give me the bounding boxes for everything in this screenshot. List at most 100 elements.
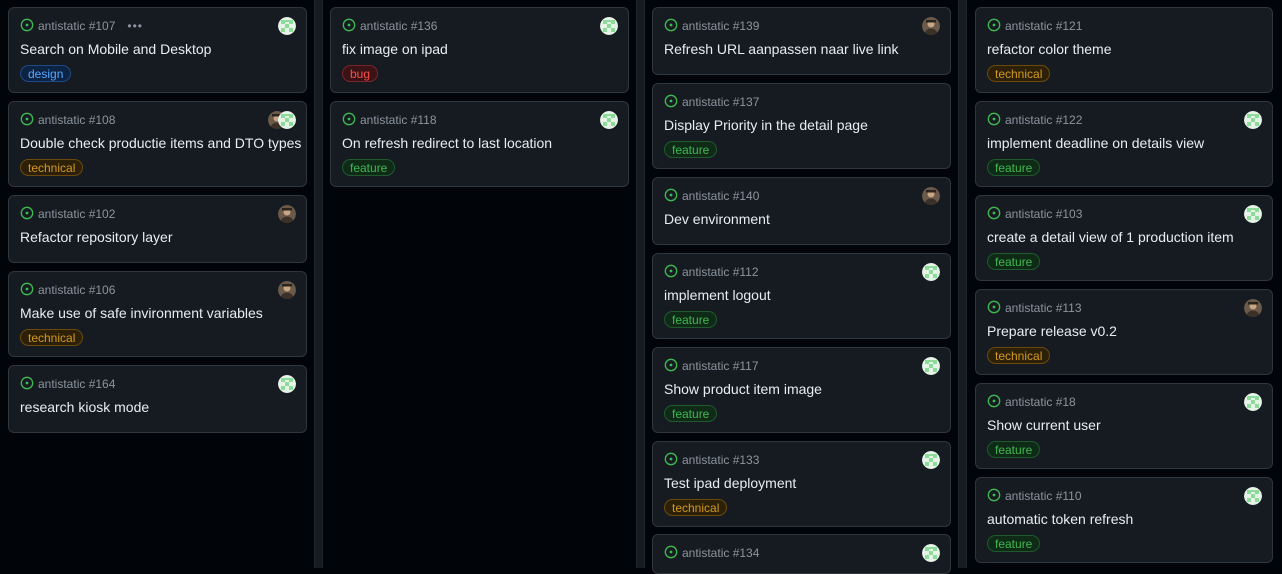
issue-title[interactable]: Refresh URL aanpassen naar live link xyxy=(664,41,899,57)
issue-label[interactable]: feature xyxy=(664,141,718,158)
issue-card[interactable]: antistatic #140 Dev environment xyxy=(652,177,951,245)
issue-card[interactable]: antistatic #108 Double check productie it… xyxy=(8,101,307,187)
issue-label[interactable]: technical xyxy=(987,347,1051,364)
issue-label[interactable]: feature xyxy=(664,311,718,328)
open-issue-icon xyxy=(664,545,678,562)
issue-label[interactable]: feature xyxy=(987,253,1041,270)
issue-title[interactable]: create a detail view of 1 production ite… xyxy=(987,229,1234,245)
issue-number[interactable]: antistatic #117 xyxy=(682,359,759,373)
issue-card[interactable]: antistatic #102 Refactor repository layer xyxy=(8,195,307,263)
issue-label[interactable]: feature xyxy=(987,535,1041,552)
issue-card[interactable]: antistatic #112 implement logout feature xyxy=(652,253,951,339)
issue-label[interactable]: technical xyxy=(20,159,84,176)
issue-card[interactable]: antistatic #164 research kiosk mode xyxy=(8,365,307,433)
open-issue-icon xyxy=(987,488,1001,505)
issue-number[interactable]: antistatic #134 xyxy=(682,546,759,560)
issue-number[interactable]: antistatic #18 xyxy=(1005,395,1076,409)
issue-number[interactable]: antistatic #113 xyxy=(1005,301,1082,315)
issue-title[interactable]: Display Priority in the detail page xyxy=(664,117,868,133)
issue-number[interactable]: antistatic #137 xyxy=(682,95,759,109)
issue-title[interactable]: Show product item image xyxy=(664,381,822,397)
assignee-avatar[interactable] xyxy=(278,111,296,129)
more-options-icon[interactable]: ••• xyxy=(127,19,143,33)
issue-number[interactable]: antistatic #106 xyxy=(38,283,115,297)
issue-label[interactable]: design xyxy=(20,65,72,82)
issue-label[interactable]: feature xyxy=(987,441,1041,458)
issue-title[interactable]: Test ipad deployment xyxy=(664,475,796,491)
issue-number[interactable]: antistatic #136 xyxy=(360,19,437,33)
open-issue-icon xyxy=(342,112,356,129)
assignee-avatar[interactable] xyxy=(1244,487,1262,505)
issue-card[interactable]: antistatic #107 ••• Search on Mobile and D… xyxy=(8,7,307,93)
assignee-avatar[interactable] xyxy=(278,205,296,223)
issue-number[interactable]: antistatic #122 xyxy=(1005,113,1082,127)
issue-card[interactable]: antistatic #134 xyxy=(652,534,951,574)
assignee-avatar[interactable] xyxy=(278,375,296,393)
issue-title[interactable]: research kiosk mode xyxy=(20,399,149,415)
issue-title[interactable]: implement logout xyxy=(664,287,771,303)
issue-number[interactable]: antistatic #139 xyxy=(682,19,759,33)
board-column: antistatic #136 fix image on ipad bug antis… xyxy=(330,0,629,568)
issue-number[interactable]: antistatic #112 xyxy=(682,265,759,279)
issue-number[interactable]: antistatic #103 xyxy=(1005,207,1082,221)
issue-label[interactable]: technical xyxy=(987,65,1051,82)
assignee-avatar[interactable] xyxy=(278,281,296,299)
assignee-avatar[interactable] xyxy=(1244,393,1262,411)
issue-number[interactable]: antistatic #118 xyxy=(360,113,437,127)
assignee-avatar[interactable] xyxy=(922,451,940,469)
issue-meta: antistatic #121 xyxy=(987,18,1082,34)
issue-card[interactable]: antistatic #106 Make use of safe invironm… xyxy=(8,271,307,357)
issue-number[interactable]: antistatic #164 xyxy=(38,377,115,391)
issue-title[interactable]: Prepare release v0.2 xyxy=(987,323,1117,339)
issue-card[interactable]: antistatic #137 Display Priority in the d… xyxy=(652,83,951,169)
issue-title[interactable]: implement deadline on details view xyxy=(987,135,1204,151)
issue-title[interactable]: Make use of safe invironment variables xyxy=(20,305,263,321)
issue-title[interactable]: refactor color theme xyxy=(987,41,1112,57)
issue-title[interactable]: fix image on ipad xyxy=(342,41,448,57)
assignee-avatar[interactable] xyxy=(922,357,940,375)
issue-number[interactable]: antistatic #140 xyxy=(682,189,759,203)
issue-label[interactable]: feature xyxy=(987,159,1041,176)
issue-card[interactable]: antistatic #103 create a detail view of 1… xyxy=(975,195,1273,281)
assignee-avatar[interactable] xyxy=(278,17,296,35)
issue-title[interactable]: Search on Mobile and Desktop xyxy=(20,41,211,57)
issue-title[interactable]: automatic token refresh xyxy=(987,511,1133,527)
assignee-avatar[interactable] xyxy=(922,544,940,562)
issue-number[interactable]: antistatic #102 xyxy=(38,207,115,221)
issue-card[interactable]: antistatic #110 automatic token refresh fe… xyxy=(975,477,1273,563)
issue-title[interactable]: On refresh redirect to last location xyxy=(342,135,552,151)
issue-card[interactable]: antistatic #133 Test ipad deployment techn… xyxy=(652,441,951,527)
assignee-avatar[interactable] xyxy=(1244,205,1262,223)
assignee-avatar[interactable] xyxy=(600,17,618,35)
issue-card[interactable]: antistatic #122 implement deadline on det… xyxy=(975,101,1273,187)
issue-title[interactable]: Refactor repository layer xyxy=(20,229,173,245)
issue-label[interactable]: bug xyxy=(342,65,379,82)
issue-card[interactable]: antistatic #136 fix image on ipad bug xyxy=(330,7,629,93)
issue-number[interactable]: antistatic #107 xyxy=(38,19,115,33)
issue-label[interactable]: feature xyxy=(342,159,396,176)
assignee-avatar[interactable] xyxy=(600,111,618,129)
issue-title[interactable]: Dev environment xyxy=(664,211,770,227)
assignee-avatar[interactable] xyxy=(922,17,940,35)
assignee-avatar[interactable] xyxy=(922,263,940,281)
issue-label[interactable]: technical xyxy=(20,329,84,346)
issue-title[interactable]: Show current user xyxy=(987,417,1101,433)
issue-card[interactable]: antistatic #113 Prepare release v0.2 techn… xyxy=(975,289,1273,375)
issue-card[interactable]: antistatic #121 refactor color theme techn… xyxy=(975,7,1273,93)
issue-card[interactable]: antistatic #18 Show current user feature xyxy=(975,383,1273,469)
issue-label[interactable]: feature xyxy=(664,405,718,422)
issue-title[interactable]: Double check productie items and DTO typ… xyxy=(20,135,301,151)
assignee-avatar[interactable] xyxy=(1244,111,1262,129)
issue-meta: antistatic #113 xyxy=(987,300,1082,316)
issue-meta: antistatic #110 xyxy=(987,488,1082,504)
issue-card[interactable]: antistatic #139 Refresh URL aanpassen naa… xyxy=(652,7,951,75)
issue-number[interactable]: antistatic #121 xyxy=(1005,19,1082,33)
issue-card[interactable]: antistatic #118 On refresh redirect to la… xyxy=(330,101,629,187)
issue-card[interactable]: antistatic #117 Show product item image fe… xyxy=(652,347,951,433)
issue-label[interactable]: technical xyxy=(664,499,728,516)
issue-number[interactable]: antistatic #108 xyxy=(38,113,115,127)
issue-number[interactable]: antistatic #133 xyxy=(682,453,759,467)
issue-number[interactable]: antistatic #110 xyxy=(1005,489,1082,503)
assignee-avatar[interactable] xyxy=(922,187,940,205)
assignee-avatar[interactable] xyxy=(1244,299,1262,317)
